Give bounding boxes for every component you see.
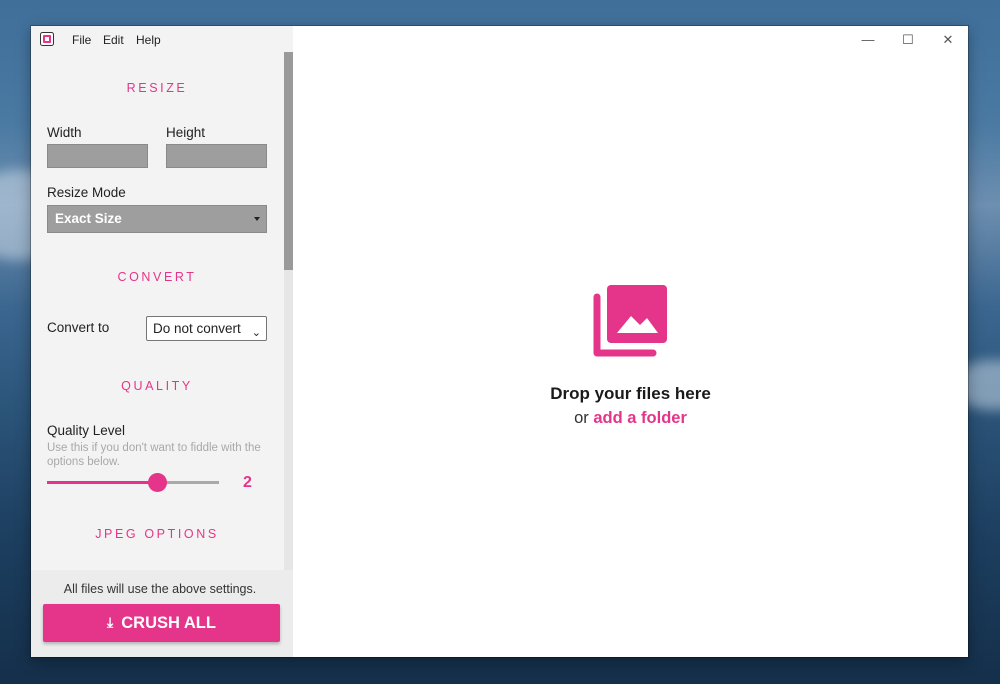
width-label: Width [47,125,82,140]
dropzone-subtitle: or add a folder [293,409,968,428]
menu-help[interactable]: Help [136,33,161,47]
convert-to-select[interactable]: Do not convert ⌄ [146,316,267,341]
resize-section-title: RESIZE [126,81,188,95]
quality-slider-thumb[interactable] [148,473,167,492]
resize-mode-label: Resize Mode [47,185,126,200]
quality-value: 2 [243,474,252,491]
height-label: Height [166,125,206,140]
quality-level-label: Quality Level [47,423,126,438]
add-folder-link[interactable]: add a folder [593,409,687,427]
dropdown-caret-icon [254,217,260,221]
quality-section-title: QUALITY [121,379,193,393]
app-logo-icon [40,32,54,46]
image-gallery-icon [593,285,667,357]
maximize-button[interactable]: ☐ [895,32,921,50]
menu-edit[interactable]: Edit [103,33,124,47]
menu-file[interactable]: File [72,33,91,47]
quality-hint: Use this if you don't want to fiddle wit… [47,442,261,468]
settings-note: All files will use the above settings. [63,582,257,596]
minimize-button[interactable]: — [855,32,881,50]
quality-slider-filled-track[interactable] [47,481,158,484]
close-button[interactable]: ✕ [935,32,961,50]
dropzone-prefix: or [574,409,589,427]
settings-sidebar: File Edit Help RESIZE Width Height Resiz… [31,26,293,657]
crush-all-button[interactable]: ⤓ CRUSH ALL [43,604,280,642]
width-input[interactable] [47,144,148,168]
download-arrow-icon: ⤓ [107,614,114,630]
menu-bar: File Edit Help [31,26,293,54]
quality-slider-track[interactable] [158,481,219,484]
app-window: File Edit Help RESIZE Width Height Resiz… [31,26,968,657]
sidebar-scrollbar-thumb[interactable] [284,52,293,270]
height-input[interactable] [166,144,267,168]
convert-to-value: Do not convert [153,321,241,336]
dropzone-title: Drop your files here [550,384,711,403]
jpeg-options-section-title: JPEG OPTIONS [95,527,219,541]
convert-section-title: CONVERT [117,270,197,284]
chevron-down-icon: ⌄ [251,327,261,339]
crush-all-label: CRUSH ALL [121,614,216,632]
resize-mode-value: Exact Size [55,211,122,226]
resize-mode-select[interactable]: Exact Size [47,205,267,233]
convert-to-label: Convert to [47,320,110,335]
